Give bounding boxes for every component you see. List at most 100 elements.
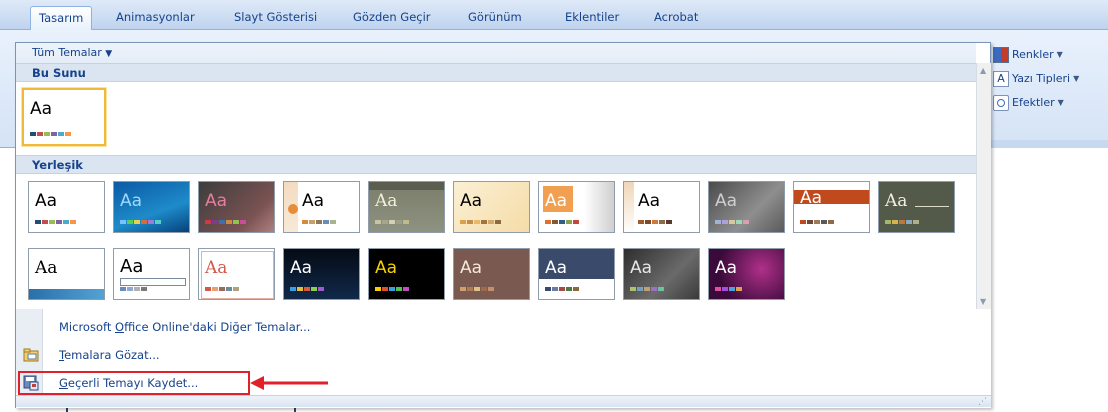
theme-color-swatches — [205, 220, 246, 224]
tab-eklentiler[interactable]: Eklentiler — [557, 6, 627, 30]
theme-color-swatches — [302, 220, 336, 224]
theme-color-swatches — [715, 220, 749, 224]
theme-thumb-15[interactable]: Aa — [283, 248, 360, 300]
theme-thumb-text: Aa — [205, 191, 228, 211]
theme-thumb-16[interactable]: Aa — [368, 248, 445, 300]
theme-thumb-text: Aa — [715, 258, 738, 278]
theme-color-swatches — [638, 220, 672, 224]
theme-color-swatches — [375, 220, 409, 224]
theme-thumb-current[interactable]: Aa — [22, 88, 106, 146]
dropdown-arrow-icon: ▼ — [1056, 50, 1063, 59]
tab-gorunum[interactable]: Görünüm — [460, 6, 530, 30]
theme-color-swatches — [460, 220, 501, 224]
section-bu-sunu: Bu Sunu — [16, 63, 976, 82]
theme-thumb-8[interactable]: Aa — [623, 181, 700, 233]
theme-thumb-text: Aa — [290, 258, 313, 278]
all-themes-label: Tüm Temalar — [32, 46, 102, 59]
theme-thumb-text: Aa — [35, 258, 58, 278]
dropdown-arrow-icon: ▼ — [1057, 98, 1064, 107]
theme-thumb-5[interactable]: Aa — [368, 181, 445, 233]
theme-color-swatches — [460, 287, 494, 291]
theme-thumb-text: Aa — [630, 258, 653, 278]
theme-thumb-text: Aa — [35, 191, 58, 211]
menu-more-themes-online-label: Microsoft Office Online'daki Diğer Temal… — [59, 316, 310, 338]
theme-thumb-text: Aa — [30, 99, 53, 119]
theme-thumb-text: Aa — [885, 191, 908, 211]
theme-color-swatches — [120, 287, 147, 291]
section-yerlesik: Yerleşik — [16, 155, 976, 174]
theme-color-swatches — [630, 287, 664, 291]
themes-gallery-dropdown: Tüm Temalar ▼ Bu Sunu Aa Yerleşik Aa Aa … — [15, 42, 991, 408]
colors-button[interactable]: Renkler ▼ — [993, 46, 1063, 64]
tab-acrobat[interactable]: Acrobat — [646, 6, 706, 30]
dropdown-arrow-icon: ▼ — [1073, 74, 1080, 83]
theme-thumb-6[interactable]: Aa — [453, 181, 530, 233]
theme-thumb-text: Aa — [800, 188, 823, 208]
theme-thumb-text: Aa — [120, 191, 143, 211]
red-arrow-annotation-icon — [250, 376, 328, 390]
theme-color-swatches — [290, 287, 324, 291]
theme-color-swatches — [885, 220, 919, 224]
theme-thumb-text: Aa — [375, 258, 398, 278]
theme-thumb-text: Aa — [460, 258, 483, 278]
fonts-button[interactable]: A Yazı Tipleri ▼ — [993, 70, 1079, 88]
effects-label: Efektler — [1012, 96, 1055, 109]
colors-icon — [993, 47, 1009, 63]
scroll-up-icon[interactable]: ▲ — [980, 66, 986, 75]
effects-icon — [993, 95, 1009, 111]
label-part: ffice Online'daki Diğer Temalar... — [124, 320, 311, 334]
theme-thumb-7[interactable]: Aa — [538, 181, 615, 233]
tab-slayt-gosterisi[interactable]: Slayt Gösterisi — [226, 6, 325, 30]
theme-color-swatches — [30, 132, 71, 136]
theme-thumb-2[interactable]: Aa — [113, 181, 190, 233]
tab-tasarim[interactable]: Tasarım — [30, 6, 93, 31]
theme-thumb-3[interactable]: Aa — [198, 181, 275, 233]
theme-thumb-text: Aa — [120, 256, 144, 277]
theme-thumb-text: Aa — [460, 191, 483, 211]
label-part: Microsoft — [59, 320, 115, 334]
theme-color-swatches — [120, 220, 161, 224]
ribbon-tab-strip: Tasarım Animasyonlar Slayt Gösterisi Göz… — [0, 0, 1108, 31]
all-themes-filter[interactable]: Tüm Temalar ▼ — [32, 46, 112, 59]
tab-animasyonlar[interactable]: Animasyonlar — [108, 6, 203, 30]
theme-thumb-4[interactable]: Aa — [283, 181, 360, 233]
theme-thumb-text: Aa — [545, 258, 568, 278]
theme-thumb-10[interactable]: Aa — [793, 181, 870, 233]
theme-thumb-11[interactable]: Aa — [878, 181, 955, 233]
theme-thumb-text: Aa — [545, 191, 568, 211]
theme-thumb-9[interactable]: Aa — [708, 181, 785, 233]
scroll-down-icon[interactable]: ▼ — [980, 297, 986, 306]
theme-color-swatches — [35, 220, 76, 224]
folder-icon — [23, 347, 39, 363]
highlight-annotation-box — [18, 371, 250, 395]
gallery-resize-bar[interactable]: ⋰ — [16, 395, 991, 407]
dropdown-arrow-icon: ▼ — [105, 49, 113, 59]
theme-thumb-text: Aa — [375, 191, 398, 211]
label-part: emalara Gözat... — [64, 348, 160, 362]
theme-color-swatches — [205, 287, 239, 291]
colors-label: Renkler — [1012, 48, 1054, 61]
effects-button[interactable]: Efektler ▼ — [993, 94, 1064, 112]
theme-thumb-19[interactable]: Aa — [623, 248, 700, 300]
resize-grip-icon[interactable]: ⋰ — [978, 397, 987, 407]
theme-thumb-text: Aa — [715, 191, 738, 211]
theme-thumb-13[interactable]: Aa — [113, 248, 190, 300]
theme-color-swatches — [545, 287, 579, 291]
theme-thumb-14[interactable]: Aa — [198, 248, 275, 300]
gallery-menu: Microsoft Office Online'daki Diğer Temal… — [16, 309, 991, 408]
theme-color-swatches — [715, 287, 742, 291]
fonts-label: Yazı Tipleri — [1012, 72, 1071, 85]
tab-gozden-gecir[interactable]: Gözden Geçir — [345, 6, 439, 30]
theme-thumb-20[interactable]: Aa — [708, 248, 785, 300]
theme-thumb-12[interactable]: Aa — [28, 248, 105, 300]
gallery-scrollbar[interactable]: ▲ ▼ — [976, 63, 991, 309]
theme-thumb-text: Aa — [205, 258, 228, 278]
theme-thumb-17[interactable]: Aa — [453, 248, 530, 300]
theme-color-swatches — [800, 220, 834, 224]
menu-browse-themes-label: Temalara Gözat... — [59, 344, 160, 366]
theme-color-swatches — [375, 287, 409, 291]
theme-thumb-text: Aa — [638, 191, 661, 211]
fonts-icon: A — [993, 71, 1009, 87]
theme-thumb-18[interactable]: Aa — [538, 248, 615, 300]
theme-thumb-office[interactable]: Aa — [28, 181, 105, 233]
